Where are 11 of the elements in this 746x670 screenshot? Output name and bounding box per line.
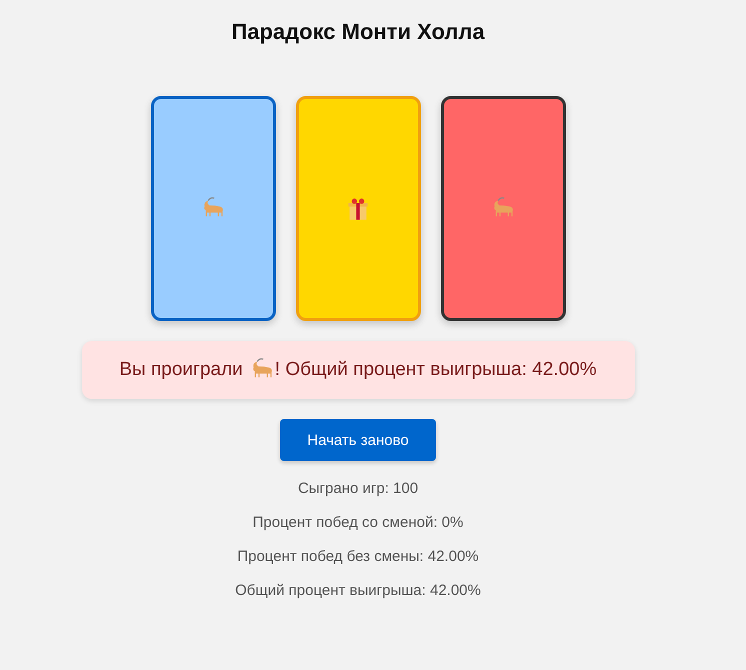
stat-text: Процент побед без смены: 42.00% xyxy=(237,548,479,566)
door[interactable] xyxy=(440,96,566,321)
stat-text: Сыграно игр: 100 xyxy=(298,480,418,498)
door[interactable] xyxy=(150,96,276,321)
gift-icon xyxy=(347,196,369,220)
page-title: Парадокс Монти Холла xyxy=(231,19,485,45)
stat-text: Общий процент выигрыша: 42.00% xyxy=(235,582,481,600)
restart-button[interactable]: Начать заново xyxy=(280,419,436,461)
result-text: Вы проиграли xyxy=(119,359,243,381)
stat-text: Процент побед со сменой: 0% xyxy=(252,514,464,532)
result-text: ! Общий процент выигрыша: 42.00% xyxy=(274,359,597,381)
